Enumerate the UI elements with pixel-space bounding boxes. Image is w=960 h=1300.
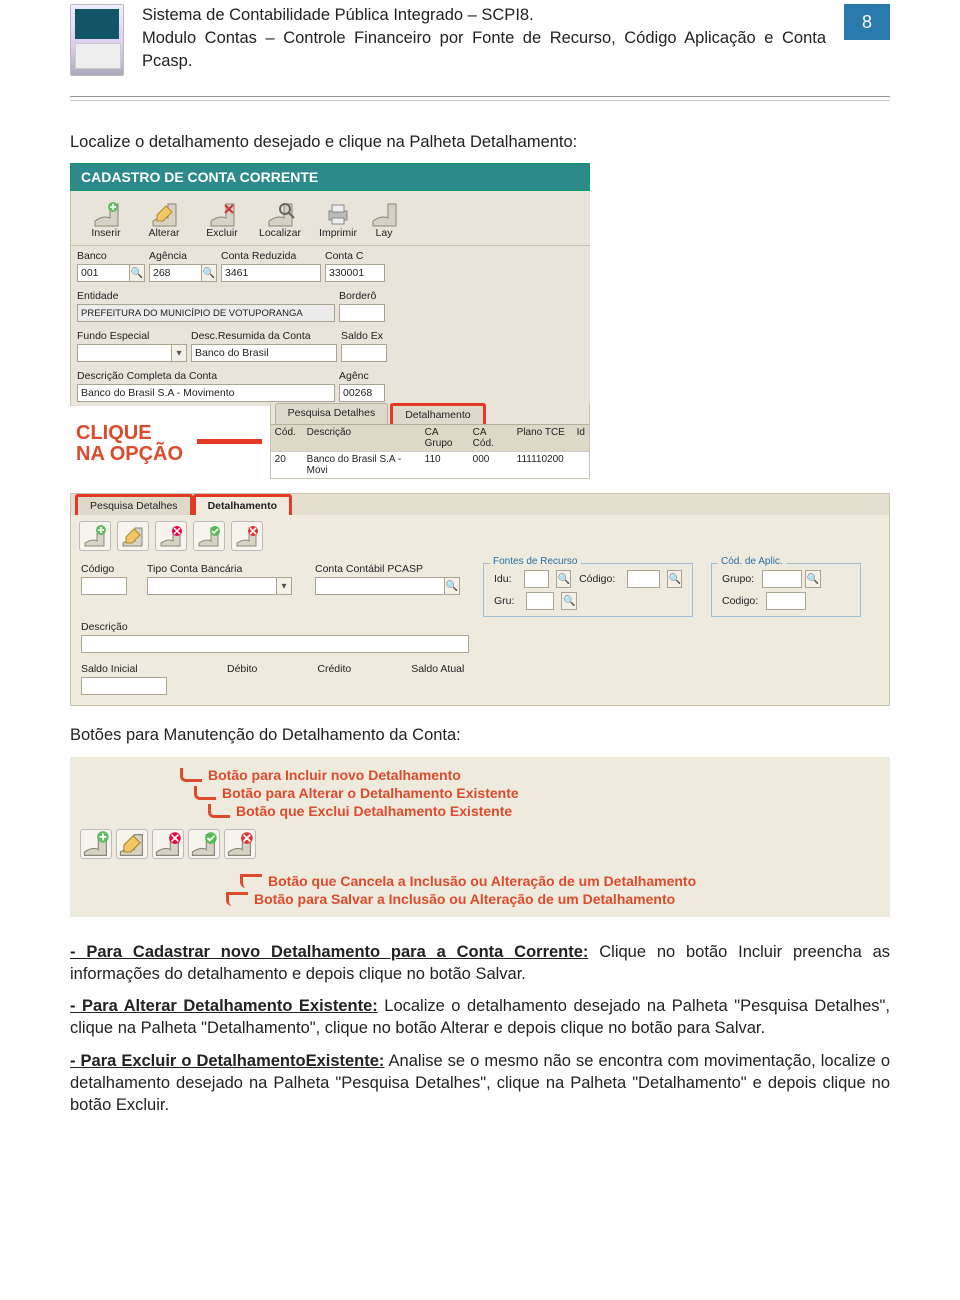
incluir-button[interactable] [80,829,112,859]
buttons-heading: Botões para Manutenção do Detalhamento d… [70,724,890,746]
tab-pesquisa-detalhes[interactable]: Pesquisa Detalhes [75,494,193,515]
cancelar-button[interactable] [231,521,263,551]
desc-salvar: Botão para Salvar a Inclusão ou Alteraçã… [226,891,880,907]
cancelar-button[interactable] [224,829,256,859]
header-text: Sistema de Contabilidade Pública Integra… [142,4,826,73]
excluir-button[interactable] [155,521,187,551]
dropdown-icon[interactable]: ▾ [171,344,187,362]
saldo-inicial-input[interactable] [81,677,167,695]
excluir-button[interactable]: Excluir [193,199,251,245]
incluir-button[interactable] [79,521,111,551]
tab-detalhamento[interactable]: Detalhamento [193,494,292,515]
desc-resumida-input[interactable]: Banco do Brasil [191,344,337,362]
lookup-icon[interactable]: 🔍 [129,264,145,282]
grid-row[interactable]: 20 Banco do Brasil S.A - Movi 110 000 11… [271,451,589,478]
debito-label: Débito [227,663,257,695]
conta-reduzida-input[interactable]: 3461 [221,264,321,282]
desc-alterar: Botão para Alterar o Detalhamento Existe… [194,785,880,801]
desc-resumida-label: Desc.Resumida da Conta [191,330,337,342]
banco-label: Banco [77,250,145,262]
credito-label: Crédito [317,663,351,695]
bordero-input[interactable] [339,304,385,322]
conta-pcasp-label: Conta Contábil PCASP [315,563,465,575]
screenshot-cadastro: CADASTRO DE CONTA CORRENTE Inserir Alter… [70,163,590,479]
fontes-group-title: Fontes de Recurso [490,556,581,567]
page-number-badge: 8 [844,4,890,40]
fontes-codigo-input[interactable] [627,570,660,588]
fundo-input[interactable] [77,344,172,362]
desc-excluir: Botão que Exclui Detalhamento Existente [208,803,880,819]
para-excluir: - Para Excluir o DetalhamentoExistente: … [70,1050,890,1117]
desc-completa-input[interactable]: Banco do Brasil S.A - Movimento [77,384,335,402]
intro-text: Localize o detalhamento desejado e cliqu… [70,131,890,153]
para-cadastrar: - Para Cadastrar novo Detalhamento para … [70,941,890,986]
codigo-input[interactable] [81,577,127,595]
desc-completa-label: Descrição Completa da Conta [77,370,335,382]
agencia-label: Agência [149,250,217,262]
imprimir-button[interactable]: Imprimir [309,199,367,245]
descricao-input[interactable] [81,635,469,653]
para-alterar: - Para Alterar Detalhamento Existente: L… [70,995,890,1040]
dropdown-icon[interactable]: ▾ [276,577,292,595]
fontes-gru-input[interactable] [526,592,554,610]
saldo-atual-label: Saldo Atual [411,663,464,695]
saldo-ex-input[interactable] [341,344,387,362]
lookup-icon[interactable]: 🔍 [561,592,577,610]
entidade-label: Entidade [77,290,335,302]
saldo-ex-label: Saldo Ex [341,330,387,342]
callout-clique: CLIQUENA OPÇÃO [70,417,189,465]
agenc2-label: Agênc [339,370,385,382]
lay-button[interactable]: Lay [367,199,401,245]
toolbar: Inserir Alterar Excluir Localizar Imprim… [77,199,584,245]
alterar-button[interactable] [116,829,148,859]
screenshot-buttons-legend: Botão para Incluir novo Detalhamento Bot… [70,757,890,917]
tipo-label: Tipo Conta Bancária [147,563,297,575]
lookup-icon[interactable]: 🔍 [667,570,682,588]
lookup-icon[interactable]: 🔍 [556,570,571,588]
aplic-grupo-input[interactable] [762,570,802,588]
salvar-button[interactable] [188,829,220,859]
alterar-button[interactable] [117,521,149,551]
descricao-label: Descrição [81,621,471,633]
logo-icon [70,4,124,76]
lookup-icon[interactable]: 🔍 [444,577,460,595]
salvar-button[interactable] [193,521,225,551]
lookup-icon[interactable]: 🔍 [805,570,821,588]
aplic-codigo-input[interactable] [766,592,806,610]
excluir-button[interactable] [152,829,184,859]
entidade-input: PREFEITURA DO MUNICÍPIO DE VOTUPORANGA [77,304,335,322]
desc-incluir: Botão para Incluir novo Detalhamento [180,767,880,783]
page-header: Sistema de Contabilidade Pública Integra… [70,4,890,76]
conta-c-label: Conta C [325,250,385,262]
lookup-icon[interactable]: 🔍 [201,264,217,282]
desc-cancelar: Botão que Cancela a Inclusão ou Alteraçã… [240,873,880,889]
conta-pcasp-input[interactable] [315,577,445,595]
tab-pesquisa-detalhes[interactable]: Pesquisa Detalhes [275,403,389,424]
tab-detalhamento[interactable]: Detalhamento [390,403,485,424]
window-title: CADASTRO DE CONTA CORRENTE [70,163,590,191]
grid-header: Cód. Descrição CA Grupo CA Cód. Plano TC… [271,424,589,451]
aplic-group-title: Cód. de Aplic. [718,556,786,567]
banco-input[interactable]: 001 [77,264,130,282]
conta-reduzida-label: Conta Reduzida [221,250,321,262]
codigo-label: Código [81,563,129,575]
conta-c-input[interactable]: 330001 [325,264,385,282]
tipo-input[interactable] [147,577,277,595]
fontes-idu-input[interactable] [524,570,550,588]
alterar-button[interactable]: Alterar [135,199,193,245]
localizar-button[interactable]: Localizar [251,199,309,245]
screenshot-detalhamento: Pesquisa Detalhes Detalhamento Código Ti… [70,493,890,706]
callout-arrow [197,439,262,444]
inserir-button[interactable]: Inserir [77,199,135,245]
agenc2-input[interactable]: 00268 [339,384,385,402]
fundo-label: Fundo Especial [77,330,187,342]
agencia-input[interactable]: 268 [149,264,202,282]
bordero-label: Borderô [339,290,385,302]
saldo-inicial-label: Saldo Inicial [81,663,167,675]
